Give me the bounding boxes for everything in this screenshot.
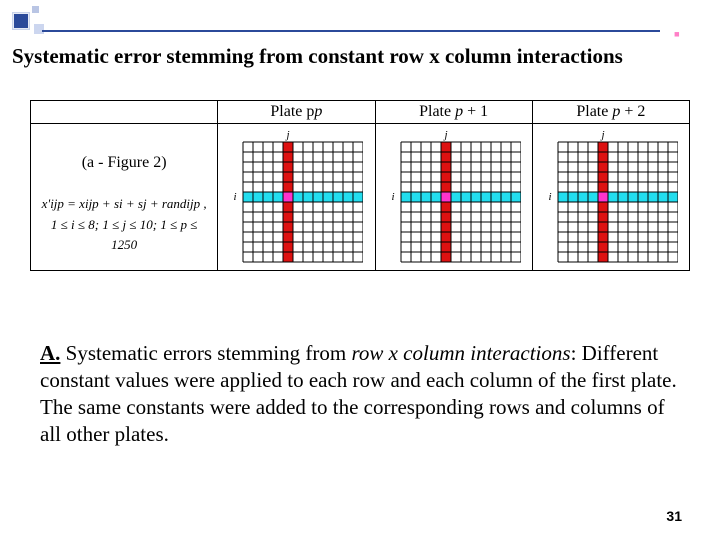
plate-cell-2: ji (532, 124, 689, 271)
body-lead: Systematic errors stemming from (60, 341, 351, 365)
figure-formula-cell: (a - Figure 2) x'ijp = xijp + si + sj + … (31, 124, 218, 271)
svg-text:i: i (548, 191, 551, 203)
figure-formula-line2: 1 ≤ i ≤ 8; 1 ≤ j ≤ 10; 1 ≤ p ≤ 1250 (51, 217, 197, 252)
slide-title: Systematic error stemming from constant … (12, 44, 708, 69)
section-label: A. (40, 341, 60, 365)
figure-formula-line1: x'ijp = xijp + si + sj + randijp , (42, 196, 207, 211)
header-empty (31, 101, 218, 124)
svg-text:i: i (234, 191, 237, 203)
header-rule (42, 30, 660, 32)
body-text: A. Systematic errors stemming from row x… (40, 340, 680, 448)
plate-cell-1: ji (375, 124, 532, 271)
figure-label: (a - Figure 2) (41, 153, 207, 172)
body-italic: row x column interactions (351, 341, 570, 365)
active-square-icon: ▪ (674, 24, 680, 45)
svg-text:j: j (442, 129, 447, 141)
plate-grid: ji (544, 128, 678, 266)
plate-grid: ji (387, 128, 521, 266)
figure-table: Plate pp Plate p + 1 Plate p + 2 (a - Fi… (30, 100, 690, 271)
header-plate-0: Plate pp (218, 101, 375, 124)
figure-panel: Plate pp Plate p + 1 Plate p + 2 (a - Fi… (30, 100, 690, 271)
plate-cell-0: ji (218, 124, 375, 271)
header-plate-1: Plate p + 1 (375, 101, 532, 124)
plate-grid: ji (229, 128, 363, 266)
svg-text:j: j (285, 129, 290, 141)
svg-text:i: i (391, 191, 394, 203)
header-plate-2: Plate p + 2 (532, 101, 689, 124)
svg-text:j: j (599, 129, 604, 141)
page-number: 31 (666, 508, 682, 524)
